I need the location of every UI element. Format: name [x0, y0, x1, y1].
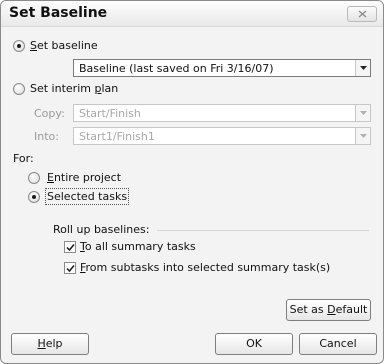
baseline-select-value: Baseline (last saved on Fri 3/16/07)	[79, 62, 274, 75]
to-all-summary-tasks-label[interactable]: To all summary tasks	[80, 240, 196, 253]
set-interim-plan-label[interactable]: Set interim plan	[30, 82, 118, 95]
checkmark-icon	[66, 244, 75, 252]
set-baseline-radio[interactable]	[13, 40, 25, 52]
into-select-arrow	[355, 128, 370, 144]
into-select-value: Start1/Finish1	[79, 130, 155, 143]
copy-label: Copy:	[34, 107, 65, 120]
set-as-default-button[interactable]: Set as Default	[286, 299, 371, 321]
copy-select-value: Start/Finish	[79, 107, 141, 120]
baseline-select[interactable]: Baseline (last saved on Fri 3/16/07)	[73, 59, 371, 77]
chevron-down-icon	[360, 111, 367, 115]
for-label: For:	[13, 152, 34, 165]
close-button[interactable]	[347, 6, 377, 22]
into-select: Start1/Finish1	[73, 127, 371, 145]
set-interim-plan-radio[interactable]	[13, 83, 25, 95]
to-all-summary-tasks-checkbox[interactable]	[64, 241, 76, 253]
copy-select: Start/Finish	[73, 104, 371, 122]
dialog-title: Set Baseline	[9, 5, 108, 21]
set-baseline-dialog: Set Baseline Set baseline Baseline (last…	[0, 0, 384, 364]
selected-tasks-label[interactable]: Selected tasks	[44, 188, 130, 205]
entire-project-radio[interactable]	[28, 172, 40, 184]
chevron-down-icon	[360, 134, 367, 138]
set-baseline-label[interactable]: Set baseline	[30, 39, 98, 52]
cancel-button[interactable]: Cancel	[299, 333, 377, 355]
checkmark-icon	[66, 265, 75, 273]
close-icon	[358, 10, 367, 18]
help-button[interactable]: Help	[11, 333, 89, 355]
entire-project-label[interactable]: Entire project	[47, 171, 121, 184]
rollup-label: Roll up baselines:	[53, 223, 150, 236]
into-label: Into:	[34, 130, 59, 143]
rollup-divider	[157, 230, 369, 231]
selected-tasks-radio[interactable]	[28, 191, 40, 203]
baseline-select-arrow[interactable]	[355, 60, 370, 76]
chevron-down-icon	[360, 66, 367, 70]
title-bar: Set Baseline	[1, 1, 383, 27]
from-subtasks-checkbox[interactable]	[64, 262, 76, 274]
from-subtasks-label[interactable]: From subtasks into selected summary task…	[80, 261, 330, 274]
copy-select-arrow	[355, 105, 370, 121]
ok-button[interactable]: OK	[215, 333, 293, 355]
